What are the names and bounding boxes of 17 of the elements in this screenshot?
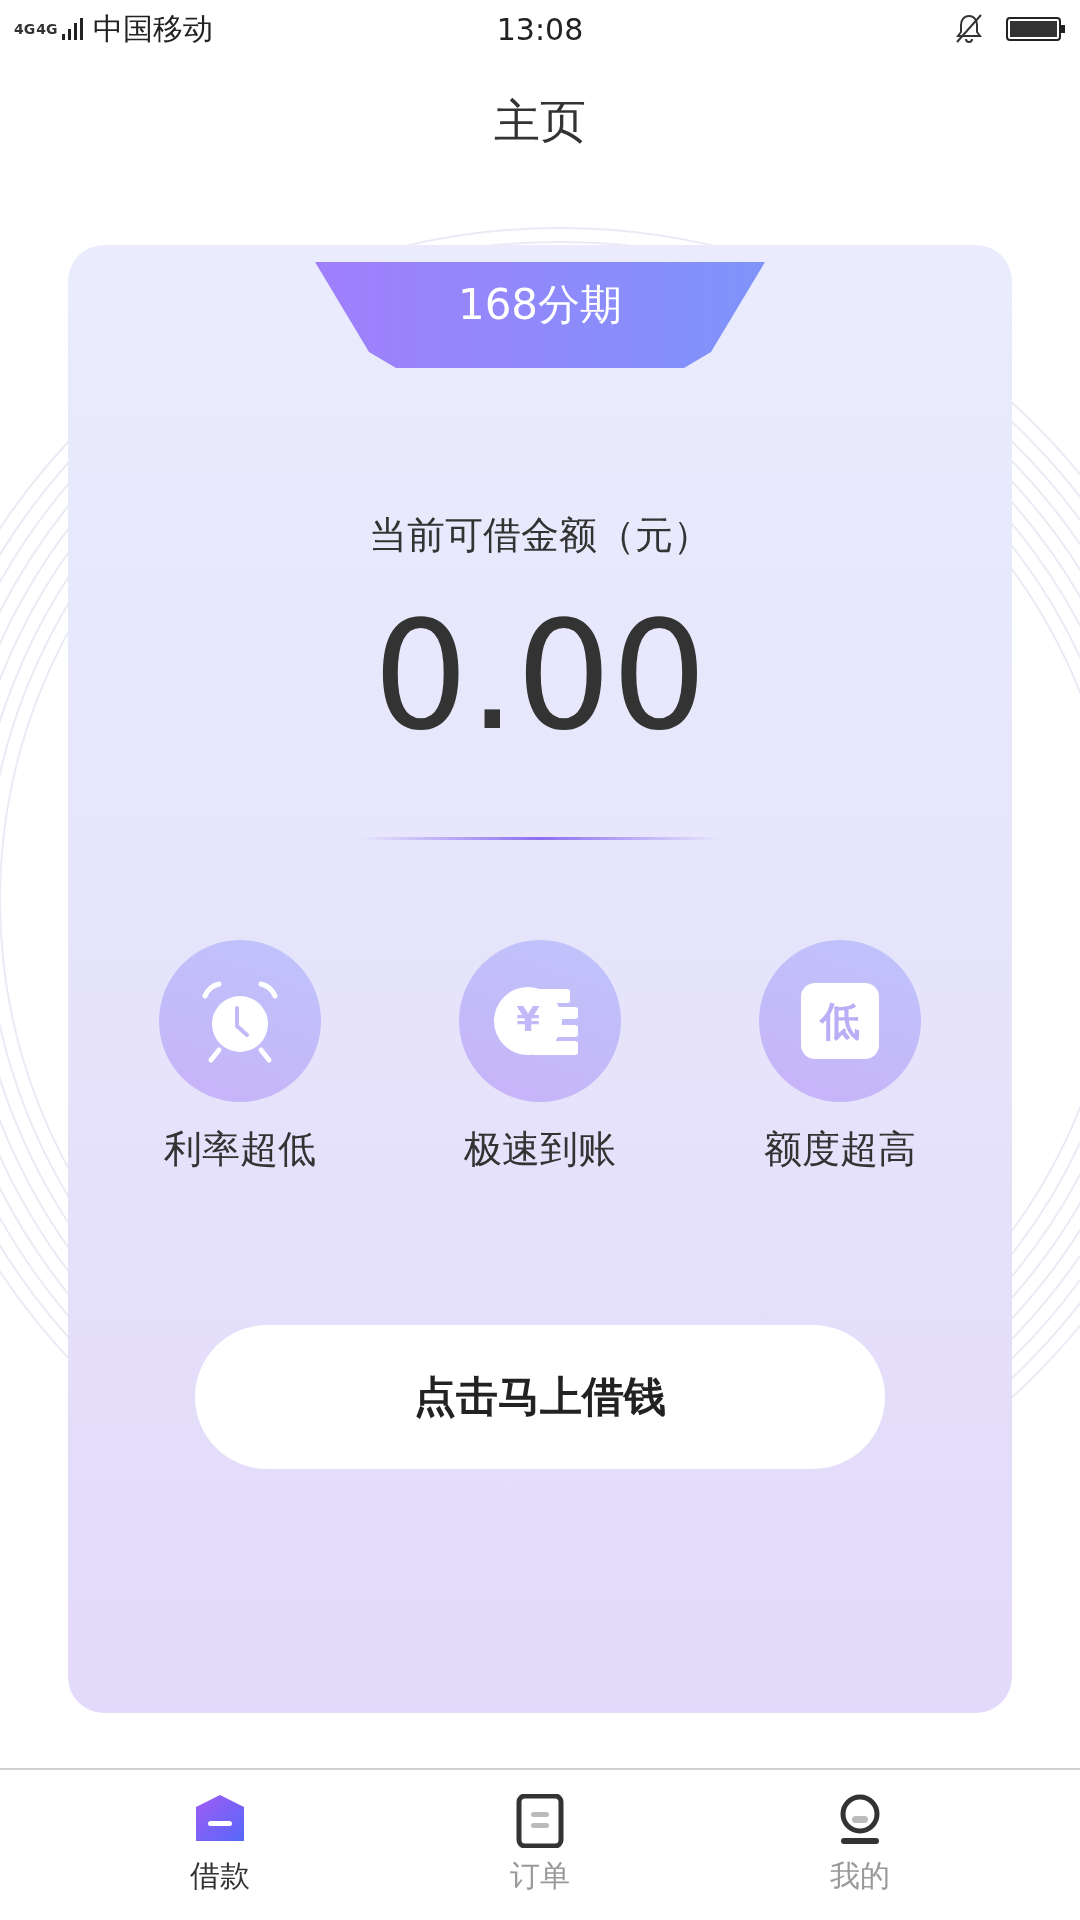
- battery-icon: [1006, 16, 1066, 42]
- amount-value: 0.00: [373, 601, 707, 751]
- feature-label: 额度超高: [764, 1126, 916, 1173]
- bell-muted-icon: [954, 13, 984, 45]
- signal-icon: [61, 18, 84, 40]
- network-type: 4G: [36, 21, 58, 37]
- document-icon: [516, 1793, 564, 1848]
- amount-label: 当前可借金额（元）: [369, 512, 711, 559]
- feature-label: 极速到账: [464, 1126, 616, 1173]
- low-badge-icon: 低: [801, 983, 879, 1059]
- network-type: 4G: [14, 21, 36, 37]
- page-title: 主页: [494, 93, 586, 150]
- tab-bar-item[interactable]: 借款: [150, 1793, 290, 1897]
- feature-label: 利率超低: [164, 1126, 316, 1173]
- carrier-name: 中国移动: [93, 9, 214, 48]
- clock-time: 13:08: [496, 11, 584, 47]
- borrow-button[interactable]: 点击马上借钱: [195, 1325, 885, 1469]
